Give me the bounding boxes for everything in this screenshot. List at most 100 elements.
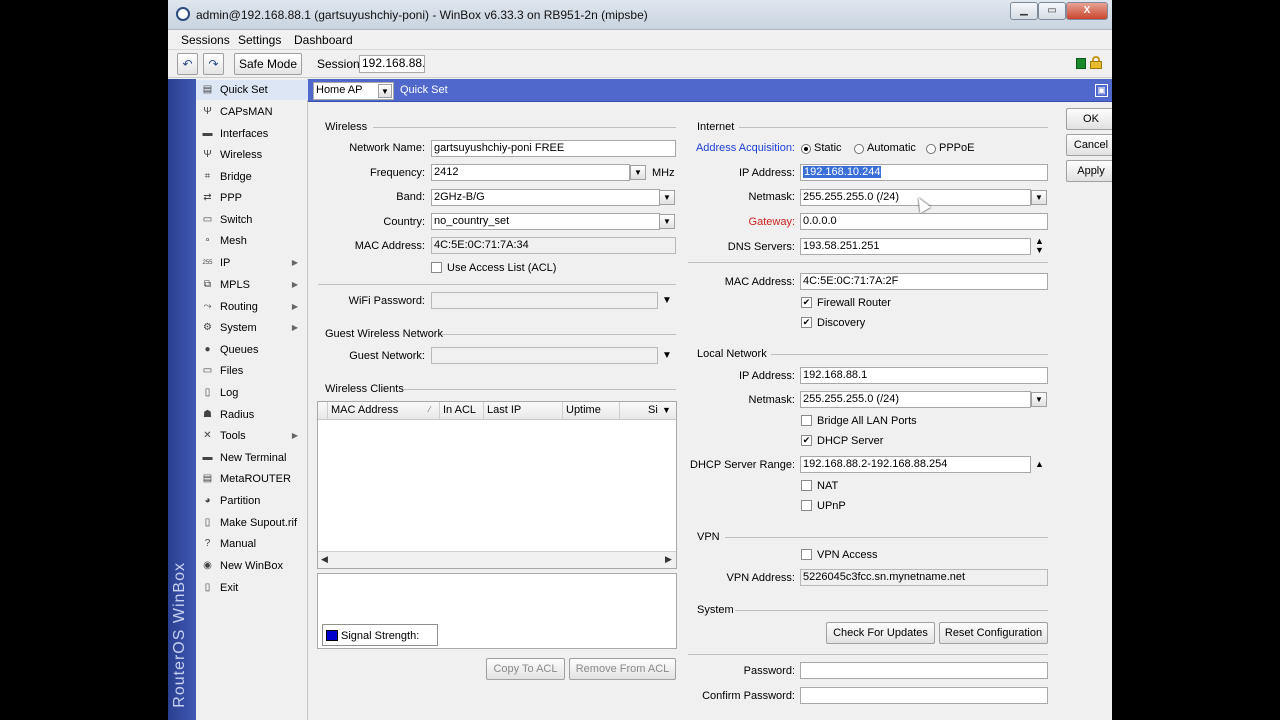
internet-mac-field[interactable]: 4C:5E:0C:71:7A:2F [800, 273, 1048, 290]
col-uptime[interactable]: Uptime [563, 402, 620, 419]
title-bar[interactable]: admin@192.168.88.1 (gartsuyushchiy-poni)… [168, 0, 1112, 30]
local-ip-label: IP Address: [738, 370, 795, 382]
menu-sessions[interactable]: Sessions [181, 33, 230, 47]
toolbar: ↶ ↷ Safe Mode Session: 192.168.88.1 [168, 51, 1112, 78]
remove-from-acl-button[interactable]: Remove From ACL [569, 658, 676, 680]
sidebar-item-ppp[interactable]: ⇄ PPP [196, 188, 308, 208]
close-button[interactable]: X [1066, 2, 1108, 20]
sidebar-item-manual[interactable]: ? Manual [196, 534, 308, 554]
check-updates-button[interactable]: Check For Updates [826, 622, 935, 644]
sidebar-item-log[interactable]: ▯ Log [196, 383, 308, 403]
session-label: Session: [317, 57, 364, 71]
wifi-password-dropdown-icon[interactable]: ▼ [662, 295, 672, 306]
band-dropdown-icon[interactable]: ▼ [659, 190, 675, 205]
dhcp-server-checkbox[interactable]: ✔ [801, 435, 812, 446]
safe-mode-button[interactable]: Safe Mode [234, 53, 302, 75]
wireless-mac-field: 4C:5E:0C:71:7A:34 [431, 237, 676, 254]
discovery-checkbox[interactable]: ✔ [801, 317, 812, 328]
menu-bar: Sessions Settings Dashboard [168, 30, 1112, 50]
pppoe-radio[interactable] [926, 144, 936, 154]
internet-netmask-dropdown-icon[interactable]: ▼ [1031, 190, 1047, 205]
dns-field[interactable]: 193.58.251.251 [800, 238, 1031, 255]
col-mac-address[interactable]: MAC Address [328, 402, 440, 419]
sidebar-item-partition[interactable]: ◕ Partition [196, 491, 308, 511]
sidebar-item-make-supout-rif[interactable]: ▯ Make Supout.rif [196, 513, 308, 533]
sidebar-item-switch[interactable]: ▭ Switch [196, 210, 308, 230]
col-signal[interactable]: Sig [620, 402, 658, 419]
restore-icon[interactable]: ▣ [1095, 84, 1108, 97]
sidebar-item-label: Exit [220, 582, 239, 594]
redo-button[interactable]: ↷ [203, 53, 224, 75]
guest-divider [442, 334, 676, 335]
undo-button[interactable]: ↶ [177, 53, 198, 75]
confirm-password-field[interactable] [800, 687, 1048, 704]
static-radio[interactable] [801, 144, 811, 154]
wifi-password-field[interactable] [431, 292, 658, 309]
local-netmask-dropdown-icon[interactable]: ▼ [1031, 392, 1047, 407]
sidebar-item-mpls[interactable]: ⧉ MPLS ▶ [196, 275, 308, 295]
sidebar-item-bridge[interactable]: ⌗ Bridge [196, 167, 308, 187]
sidebar-item-tools[interactable]: ✕ Tools ▶ [196, 426, 308, 446]
dhcp-range-collapse-icon[interactable]: ▲ [1035, 459, 1044, 469]
nat-checkbox[interactable] [801, 480, 812, 491]
dhcp-server-label: DHCP Server [817, 435, 884, 447]
col-last-ip[interactable]: Last IP [484, 402, 563, 419]
columns-dropdown-icon[interactable]: ▼ [662, 405, 671, 415]
minimize-button[interactable]: ▁ [1010, 2, 1038, 20]
band-label: Band: [396, 191, 425, 203]
scroll-left-icon[interactable]: ◀ [321, 554, 328, 565]
automatic-radio[interactable] [854, 144, 864, 154]
bridge-all-checkbox[interactable] [801, 415, 812, 426]
upnp-checkbox[interactable] [801, 500, 812, 511]
maximize-button[interactable]: ▭ [1038, 2, 1066, 20]
country-field[interactable]: no_country_set [431, 213, 660, 230]
password-field[interactable] [800, 662, 1048, 679]
ok-button[interactable]: OK [1066, 108, 1112, 130]
col-in-acl[interactable]: In ACL [440, 402, 484, 419]
sidebar-item-mesh[interactable]: ∘ Mesh [196, 231, 308, 251]
gateway-field[interactable]: 0.0.0.0 [800, 213, 1048, 230]
clients-table[interactable]: MAC Address ⁄ In ACL Last IP Uptime Sig … [317, 401, 677, 569]
sidebar-item-queues[interactable]: ● Queues [196, 340, 308, 360]
network-name-field[interactable]: gartsuyushchiy-poni FREE [431, 140, 676, 157]
menu-settings[interactable]: Settings [238, 33, 281, 47]
submenu-arrow-icon: ▶ [291, 280, 298, 289]
reset-configuration-button[interactable]: Reset Configuration [939, 622, 1048, 644]
vpn-access-checkbox[interactable] [801, 549, 812, 560]
local-netmask-field[interactable]: 255.255.255.0 (/24) [800, 391, 1031, 408]
internet-ip-field[interactable]: 192.168.10.244 [800, 164, 1048, 181]
sidebar-item-routing[interactable]: ⤳ Routing ▶ [196, 297, 308, 317]
firewall-checkbox[interactable]: ✔ [801, 297, 812, 308]
sidebar-item-exit[interactable]: ▯ Exit [196, 578, 308, 598]
cancel-button[interactable]: Cancel [1066, 134, 1112, 156]
sidebar-item-wireless[interactable]: Ψ Wireless [196, 145, 308, 165]
use-acl-checkbox[interactable] [431, 262, 442, 273]
sidebar-item-files[interactable]: ▭ Files [196, 361, 308, 381]
chevron-down-icon[interactable]: ▼ [378, 84, 392, 98]
sidebar-item-new-winbox[interactable]: ◉ New WinBox [196, 556, 308, 576]
clients-divider [404, 389, 676, 390]
sidebar-item-new-terminal[interactable]: ▬ New Terminal [196, 448, 308, 468]
sidebar-item-quick-set[interactable]: ▤ Quick Set [196, 80, 308, 100]
sidebar-item-system[interactable]: ⚙ System ▶ [196, 318, 308, 338]
sidebar-item-ip[interactable]: 255 IP ▶ [196, 253, 308, 273]
copy-to-acl-button[interactable]: Copy To ACL [486, 658, 565, 680]
sidebar-item-radius[interactable]: ☗ Radius [196, 405, 308, 425]
guest-network-field[interactable] [431, 347, 658, 364]
menu-dashboard[interactable]: Dashboard [294, 33, 353, 47]
frequency-field[interactable]: 2412 [431, 164, 630, 181]
apply-button[interactable]: Apply [1066, 160, 1112, 182]
sidebar-item-metarouter[interactable]: ▤ MetaROUTER [196, 469, 308, 489]
dhcp-range-field[interactable]: 192.168.88.2-192.168.88.254 [800, 456, 1031, 473]
band-field[interactable]: 2GHz-B/G [431, 189, 660, 206]
local-ip-field[interactable]: 192.168.88.1 [800, 367, 1048, 384]
guest-network-dropdown-icon[interactable]: ▼ [662, 350, 672, 361]
frequency-dropdown-icon[interactable]: ▼ [630, 165, 646, 180]
country-dropdown-icon[interactable]: ▼ [659, 214, 675, 229]
sidebar-item-interfaces[interactable]: ▬ Interfaces [196, 124, 308, 144]
dns-updown-icon[interactable]: ▲ ▼ [1035, 237, 1044, 255]
session-field[interactable]: 192.168.88.1 [359, 55, 425, 73]
horizontal-scrollbar[interactable]: ◀ ▶ [318, 551, 676, 568]
scroll-right-icon[interactable]: ▶ [665, 554, 672, 565]
sidebar-item-capsman[interactable]: Ψ CAPsMAN [196, 102, 308, 122]
